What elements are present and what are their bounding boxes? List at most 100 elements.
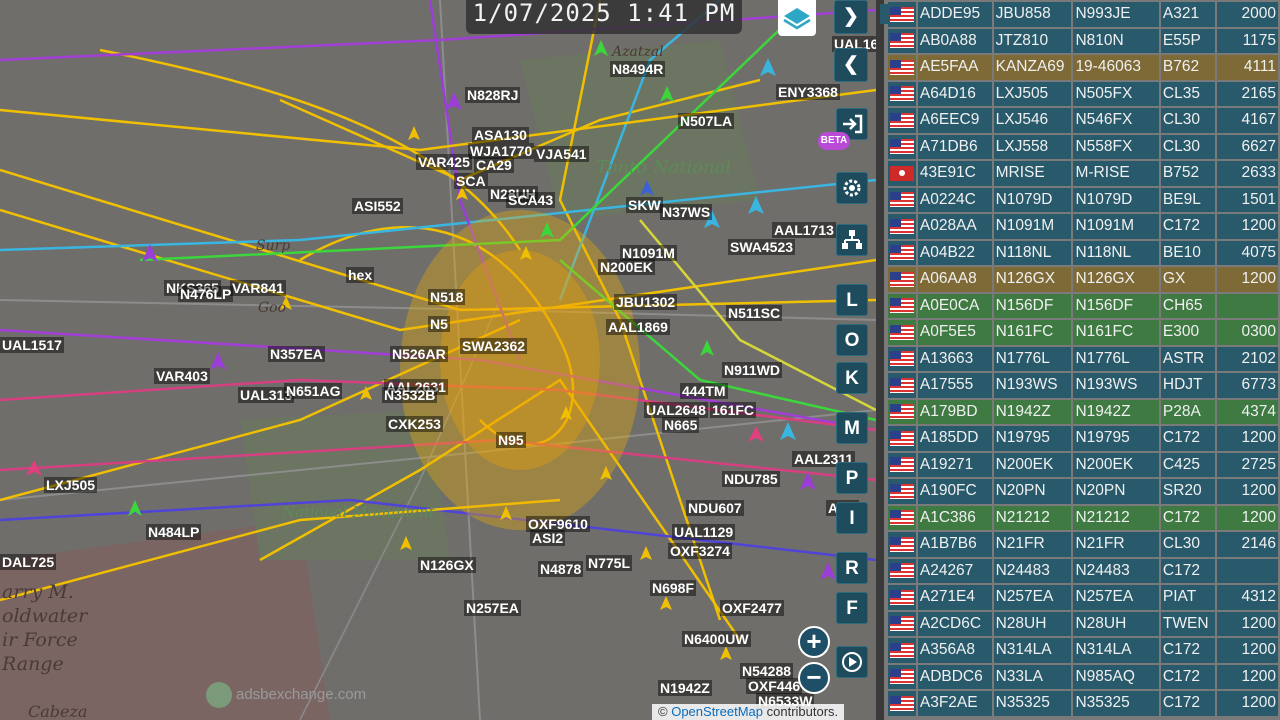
flight-label[interactable]: N6400UW (682, 631, 751, 647)
flight-label[interactable]: VAR403 (154, 368, 210, 384)
flight-label[interactable]: N200EK (598, 259, 655, 275)
toggle-P-button[interactable]: P (836, 462, 868, 494)
flight-label[interactable]: SWA4523 (728, 239, 796, 255)
aircraft-table-panel[interactable]: ◂▸ ADDE95JBU858N993JEA3212000AB0A88JTZ81… (876, 0, 1280, 720)
flight-label[interactable]: OXF2477 (720, 600, 784, 616)
flight-label[interactable]: N4878 (538, 561, 584, 577)
table-row[interactable]: A190FC N20PN N20PN SR20 1200 (888, 479, 1278, 504)
flight-label[interactable]: N257EA (464, 600, 521, 616)
flight-label[interactable]: N651AG (284, 383, 343, 399)
toggle-R-button[interactable]: R (836, 552, 868, 584)
flight-label[interactable]: UAL1129 (672, 524, 736, 540)
flight-label[interactable]: N484LP (146, 524, 202, 540)
flight-label[interactable]: N698F (650, 580, 697, 596)
flight-label[interactable]: N526AR (390, 346, 448, 362)
toggle-F-button[interactable]: F (836, 592, 868, 624)
table-row[interactable]: A17555 N193WS N193WS HDJT 6773 (888, 373, 1278, 398)
table-row[interactable]: A028AA N1091M N1091M C172 1200 (888, 214, 1278, 239)
table-row[interactable]: A1B7B6 N21FR N21FR CL30 2146 (888, 532, 1278, 557)
flight-label[interactable]: ASA130 (472, 127, 529, 143)
table-row[interactable]: A0E0CA N156DF N156DF CH65 (888, 293, 1278, 318)
table-row[interactable]: A0F5E5 N161FC N161FC E300 0300 (888, 320, 1278, 345)
flight-label[interactable]: N54288 (740, 663, 794, 679)
flight-label[interactable]: N476LP (178, 286, 234, 302)
flight-label[interactable]: JBU1302 (614, 294, 678, 310)
flight-label[interactable]: N126GX (418, 557, 476, 573)
flight-label[interactable]: N665 (662, 417, 700, 433)
flight-label[interactable]: ASI2 (530, 530, 566, 546)
table-row[interactable]: A2CD6C N28UH N28UH TWEN 1200 (888, 611, 1278, 636)
flight-label[interactable]: N95 (496, 432, 526, 448)
flight-label[interactable]: CXK253 (386, 416, 443, 432)
flight-label[interactable]: SCA43 (506, 192, 556, 208)
flight-label[interactable]: NDU785 (722, 471, 780, 487)
flight-label[interactable]: N5 (428, 316, 450, 332)
flight-label[interactable]: N911WD (722, 362, 783, 378)
table-row[interactable]: A1C386 N21212 N21212 C172 1200 (888, 505, 1278, 530)
flight-label[interactable]: N518 (428, 289, 466, 305)
toggle-O-button[interactable]: O (836, 324, 868, 356)
table-row[interactable]: ADDE95 JBU858 N993JE A321 2000 (888, 2, 1278, 27)
table-row[interactable]: A24267 N24483 N24483 C172 (888, 558, 1278, 583)
table-row[interactable]: A3F2AE N35325 N35325 C172 1200 (888, 691, 1278, 716)
toggle-I-button[interactable]: I (836, 502, 868, 534)
zoom-out-button[interactable]: − (798, 662, 830, 694)
flight-label[interactable]: N775L (586, 555, 633, 571)
flight-label[interactable]: N1942Z (658, 680, 712, 696)
table-row[interactable]: A356A8 N314LA N314LA C172 1200 (888, 638, 1278, 663)
table-row[interactable]: A271E4 N257EA N257EA PIAT 4312 (888, 585, 1278, 610)
flight-label[interactable]: N357EA (268, 346, 325, 362)
stats-button[interactable] (836, 224, 868, 256)
flight-label[interactable]: SCA (454, 173, 488, 189)
flight-label[interactable]: VJA541 (534, 146, 589, 162)
settings-button[interactable] (836, 172, 868, 204)
replay-button[interactable] (836, 646, 868, 678)
flight-label[interactable]: SKW (626, 197, 663, 213)
toggle-K-button[interactable]: K (836, 362, 868, 394)
table-row[interactable]: ADBDC6 N33LA N985AQ C172 1200 (888, 664, 1278, 689)
flight-label[interactable]: LXJ505 (44, 477, 98, 493)
flight-label[interactable]: NDU607 (686, 500, 744, 516)
table-row[interactable]: A06AA8 N126GX N126GX GX 1200 (888, 267, 1278, 292)
flight-label[interactable]: N37WS (660, 204, 713, 220)
flight-label[interactable]: VAR841 (230, 280, 286, 296)
flight-label[interactable]: VAR425 (416, 154, 472, 170)
table-row[interactable]: A6EEC9 LXJ546 N546FX CL30 4167 (888, 108, 1278, 133)
table-row[interactable]: A13663 N1776L N1776L ASTR 2102 (888, 346, 1278, 371)
table-row[interactable]: A0224C N1079D N1079D BE9L 1501 (888, 187, 1278, 212)
toggle-M-button[interactable]: M (836, 412, 868, 444)
toggle-L-button[interactable]: L (836, 284, 868, 316)
table-row[interactable]: AE5FAA KANZA69 19-46063 B762 4111 (888, 55, 1278, 80)
layers-button[interactable] (778, 0, 816, 36)
flight-label[interactable]: hex (346, 267, 375, 283)
flight-label[interactable]: OXF3274 (668, 543, 732, 559)
table-row[interactable]: A185DD N19795 N19795 C172 1200 (888, 426, 1278, 451)
flight-label[interactable]: N828RJ (465, 87, 521, 103)
osm-link[interactable]: OpenStreetMap (671, 704, 763, 719)
flight-label[interactable]: AAL1713 (772, 222, 836, 238)
flight-label[interactable]: UAL2648 (644, 402, 708, 418)
zoom-in-button[interactable]: + (798, 626, 830, 658)
table-row[interactable]: A19271 N200EK N200EK C425 2725 (888, 452, 1278, 477)
flight-label[interactable]: ASI552 (352, 198, 403, 214)
flight-label[interactable]: CA29 (474, 157, 514, 173)
map-view[interactable]: Tonto National National Monument arry M.… (0, 0, 876, 720)
next-panel-button[interactable]: ❯ (834, 0, 868, 34)
flight-label[interactable]: N507LA (678, 113, 735, 129)
flight-label[interactable]: UAL1517 (0, 337, 64, 353)
flight-label[interactable]: 161FC (710, 402, 757, 418)
table-row[interactable]: 43E91C MRISE M-RISE B752 2633 (888, 161, 1278, 186)
flight-label[interactable]: SWA2362 (460, 338, 528, 354)
table-row[interactable]: A04B22 N118NL N118NL BE10 4075 (888, 240, 1278, 265)
flight-label[interactable]: 444TM (680, 383, 728, 399)
table-row[interactable]: A64D16 LXJ505 N505FX CL35 2165 (888, 81, 1278, 106)
flight-label[interactable]: N8494R (610, 61, 666, 77)
flight-label[interactable]: AAL1869 (606, 319, 670, 335)
table-row[interactable]: A179BD N1942Z N1942Z P28A 4374 (888, 399, 1278, 424)
table-row[interactable]: AB0A88 JTZ810 N810N E55P 1175 (888, 28, 1278, 53)
prev-panel-button[interactable]: ❮ (834, 48, 868, 82)
flight-label[interactable]: DAL725 (0, 554, 57, 570)
panel-divider[interactable] (876, 0, 884, 720)
flight-label[interactable]: OXF446 (746, 678, 803, 694)
table-row[interactable]: A71DB6 LXJ558 N558FX CL30 6627 (888, 134, 1278, 159)
